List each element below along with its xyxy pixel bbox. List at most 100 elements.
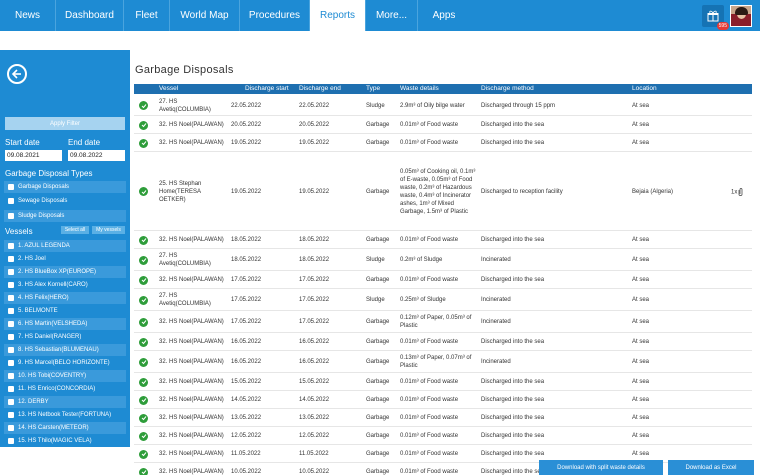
start-date-label: Start date bbox=[5, 138, 40, 147]
tab-reports[interactable]: Reports bbox=[310, 0, 366, 31]
table-row[interactable]: 25. HS Stephan Home(TERESA OETKER) 19.05.… bbox=[134, 152, 752, 231]
checkbox[interactable] bbox=[8, 213, 14, 219]
table-row[interactable]: 32. HS Noel(PALAWAN) 12.05.2022 12.05.2022… bbox=[134, 427, 752, 445]
avatar[interactable] bbox=[730, 4, 752, 27]
checkbox[interactable] bbox=[8, 386, 14, 392]
column-header[interactable]: Discharge start bbox=[245, 85, 289, 92]
download-split-button[interactable]: Download with split waste details bbox=[539, 460, 663, 475]
type-option[interactable]: Garbage Disposals bbox=[4, 181, 126, 193]
cell-start: 13.05.2022 bbox=[231, 415, 262, 421]
table-row[interactable]: 27. HS Avetiq(COLUMBIA) 17.05.2022 17.05.2… bbox=[134, 289, 752, 311]
start-date-input[interactable] bbox=[5, 150, 62, 161]
vessel-option[interactable]: 4. HS Felix(HERO) bbox=[4, 292, 126, 304]
cell-method: Discharged into the sea bbox=[481, 397, 545, 403]
column-header[interactable]: Location bbox=[632, 85, 657, 92]
back-button[interactable] bbox=[7, 64, 27, 84]
column-header[interactable]: Discharge end bbox=[299, 85, 341, 92]
vessel-option[interactable]: 2. HS Joel bbox=[4, 253, 126, 265]
cell-vessel: 32. HS Noel(PALAWAN) bbox=[159, 140, 224, 146]
checkbox[interactable] bbox=[8, 256, 14, 262]
cell-end: 17.05.2022 bbox=[299, 297, 330, 303]
column-header[interactable]: Waste details bbox=[400, 85, 439, 92]
checkbox[interactable] bbox=[8, 269, 14, 275]
tab-procedures[interactable]: Procedures bbox=[240, 0, 310, 31]
checkbox[interactable] bbox=[8, 308, 14, 314]
tab-news[interactable]: News bbox=[0, 0, 56, 31]
tab-more[interactable]: More... bbox=[366, 0, 418, 31]
cell-location: At sea bbox=[632, 433, 650, 439]
vessel-option[interactable]: 11. HS Enrico(CONCORDIA) bbox=[4, 383, 126, 395]
checkbox[interactable] bbox=[8, 360, 14, 366]
checkbox[interactable] bbox=[8, 198, 14, 204]
checkbox[interactable] bbox=[8, 425, 14, 431]
tab-dashboard[interactable]: Dashboard bbox=[56, 0, 124, 31]
table-row[interactable]: 32. HS Noel(PALAWAN) 16.05.2022 16.05.2022… bbox=[134, 351, 752, 373]
checkbox[interactable] bbox=[8, 412, 14, 418]
table-row[interactable]: 32. HS Noel(PALAWAN) 15.05.2022 15.05.2022… bbox=[134, 373, 752, 391]
cell-start: 16.05.2022 bbox=[231, 359, 262, 365]
tab-fleet[interactable]: Fleet bbox=[124, 0, 170, 31]
gift-button[interactable]: 595 bbox=[702, 4, 729, 30]
cell-vessel: 32. HS Noel(PALAWAN) bbox=[159, 433, 224, 439]
table-row[interactable]: 32. HS Noel(PALAWAN) 17.05.2022 17.05.2022… bbox=[134, 271, 752, 289]
cell-method: Incinerated bbox=[481, 257, 511, 263]
checkbox[interactable] bbox=[8, 373, 14, 379]
tab-apps[interactable]: Apps bbox=[418, 0, 470, 31]
table-row[interactable]: 27. HS Avetiq(COLUMBIA) 18.05.2022 18.05.2… bbox=[134, 249, 752, 271]
cell-waste: 0.01m³ of Food waste bbox=[400, 379, 459, 385]
vessel-option[interactable]: 9. HS Marcel(BELO HORIZONTE) bbox=[4, 357, 126, 369]
download-excel-button[interactable]: Download as Excel bbox=[668, 460, 754, 475]
vessel-option[interactable]: 8. HS Sebastian(BLUMENAU) bbox=[4, 344, 126, 356]
table-row[interactable]: 32. HS Noel(PALAWAN) 19.05.2022 19.05.2022… bbox=[134, 134, 752, 152]
table-row[interactable]: 32. HS Noel(PALAWAN) 17.05.2022 17.05.2022… bbox=[134, 311, 752, 333]
select-all-button[interactable]: Select all bbox=[61, 226, 89, 234]
vessel-option[interactable]: 3. HS Alex Kornell(CARO) bbox=[4, 279, 126, 291]
table-row[interactable]: 32. HS Noel(PALAWAN) 18.05.2022 18.05.2022… bbox=[134, 231, 752, 249]
vessel-option[interactable]: 2. HS BlueBox XP(EUROPE) bbox=[4, 266, 126, 278]
vessel-option[interactable]: 1. AZUL LEGENDA bbox=[4, 240, 126, 252]
cell-start: 12.05.2022 bbox=[231, 433, 262, 439]
table-row[interactable]: 32. HS Noel(PALAWAN) 13.05.2022 13.05.2022… bbox=[134, 409, 752, 427]
vessel-option[interactable]: 10. HS Tobi(COVENTRY) bbox=[4, 370, 126, 382]
cell-vessel: 27. HS Avetiq(COLUMBIA) bbox=[159, 253, 211, 267]
table-row[interactable]: 32. HS Noel(PALAWAN) 16.05.2022 16.05.2022… bbox=[134, 333, 752, 351]
cell-type: Garbage bbox=[366, 451, 390, 457]
column-header[interactable]: Discharge method bbox=[481, 85, 534, 92]
column-header[interactable]: Type bbox=[366, 85, 380, 92]
checkmark-icon bbox=[139, 235, 148, 245]
table-row[interactable]: 32. HS Noel(PALAWAN) 14.05.2022 14.05.2022… bbox=[134, 391, 752, 409]
cell-waste: 0.01m³ of Food waste bbox=[400, 122, 459, 128]
checkbox[interactable] bbox=[8, 295, 14, 301]
type-label: Sludge Disposals bbox=[18, 213, 65, 219]
checkmark-icon bbox=[139, 467, 148, 475]
checkbox[interactable] bbox=[8, 334, 14, 340]
column-header[interactable]: Vessel bbox=[159, 85, 178, 92]
vessel-option[interactable]: 12. DERBY bbox=[4, 396, 126, 408]
vessel-label: 8. HS Sebastian(BLUMENAU) bbox=[18, 347, 99, 353]
checkbox[interactable] bbox=[8, 282, 14, 288]
vessel-option[interactable]: 13. HS Netbook Tester(FORTUNA) bbox=[4, 409, 126, 421]
tab-world-map[interactable]: World Map bbox=[170, 0, 240, 31]
attachment-icon[interactable]: 1x bbox=[731, 187, 744, 196]
vessel-option[interactable]: 14. HS Carsten(METEOR) bbox=[4, 422, 126, 434]
checkbox[interactable] bbox=[8, 321, 14, 327]
checkbox[interactable] bbox=[8, 184, 14, 190]
apply-filter-button[interactable]: Apply Filter bbox=[5, 117, 125, 130]
vessel-option[interactable]: 6. HS Martin(VELSHEDA) bbox=[4, 318, 126, 330]
checkbox[interactable] bbox=[8, 347, 14, 353]
cell-type: Garbage bbox=[366, 359, 390, 365]
vessel-option[interactable]: 7. HS Daniel(RANGER) bbox=[4, 331, 126, 343]
checkbox[interactable] bbox=[8, 399, 14, 405]
table-row[interactable]: 27. HS Avetiq(COLUMBIA) 22.05.2022 22.05.2… bbox=[134, 95, 752, 116]
vessel-option[interactable]: 5. BELMONTE bbox=[4, 305, 126, 317]
my-vessels-button[interactable]: My vessels bbox=[92, 226, 125, 234]
cell-vessel: 32. HS Noel(PALAWAN) bbox=[159, 451, 224, 457]
type-option[interactable]: Sewage Disposals bbox=[4, 195, 126, 207]
vessel-option[interactable]: 15. HS Thilo(MAGIC VELA) bbox=[4, 435, 126, 447]
type-option[interactable]: Sludge Disposals bbox=[4, 210, 126, 222]
end-date-input[interactable] bbox=[68, 150, 125, 161]
table-row[interactable]: 32. HS Noel(PALAWAN) 20.05.2022 20.05.2022… bbox=[134, 116, 752, 134]
checkbox[interactable] bbox=[8, 243, 14, 249]
cell-location: At sea bbox=[632, 297, 650, 303]
checkbox[interactable] bbox=[8, 438, 14, 444]
